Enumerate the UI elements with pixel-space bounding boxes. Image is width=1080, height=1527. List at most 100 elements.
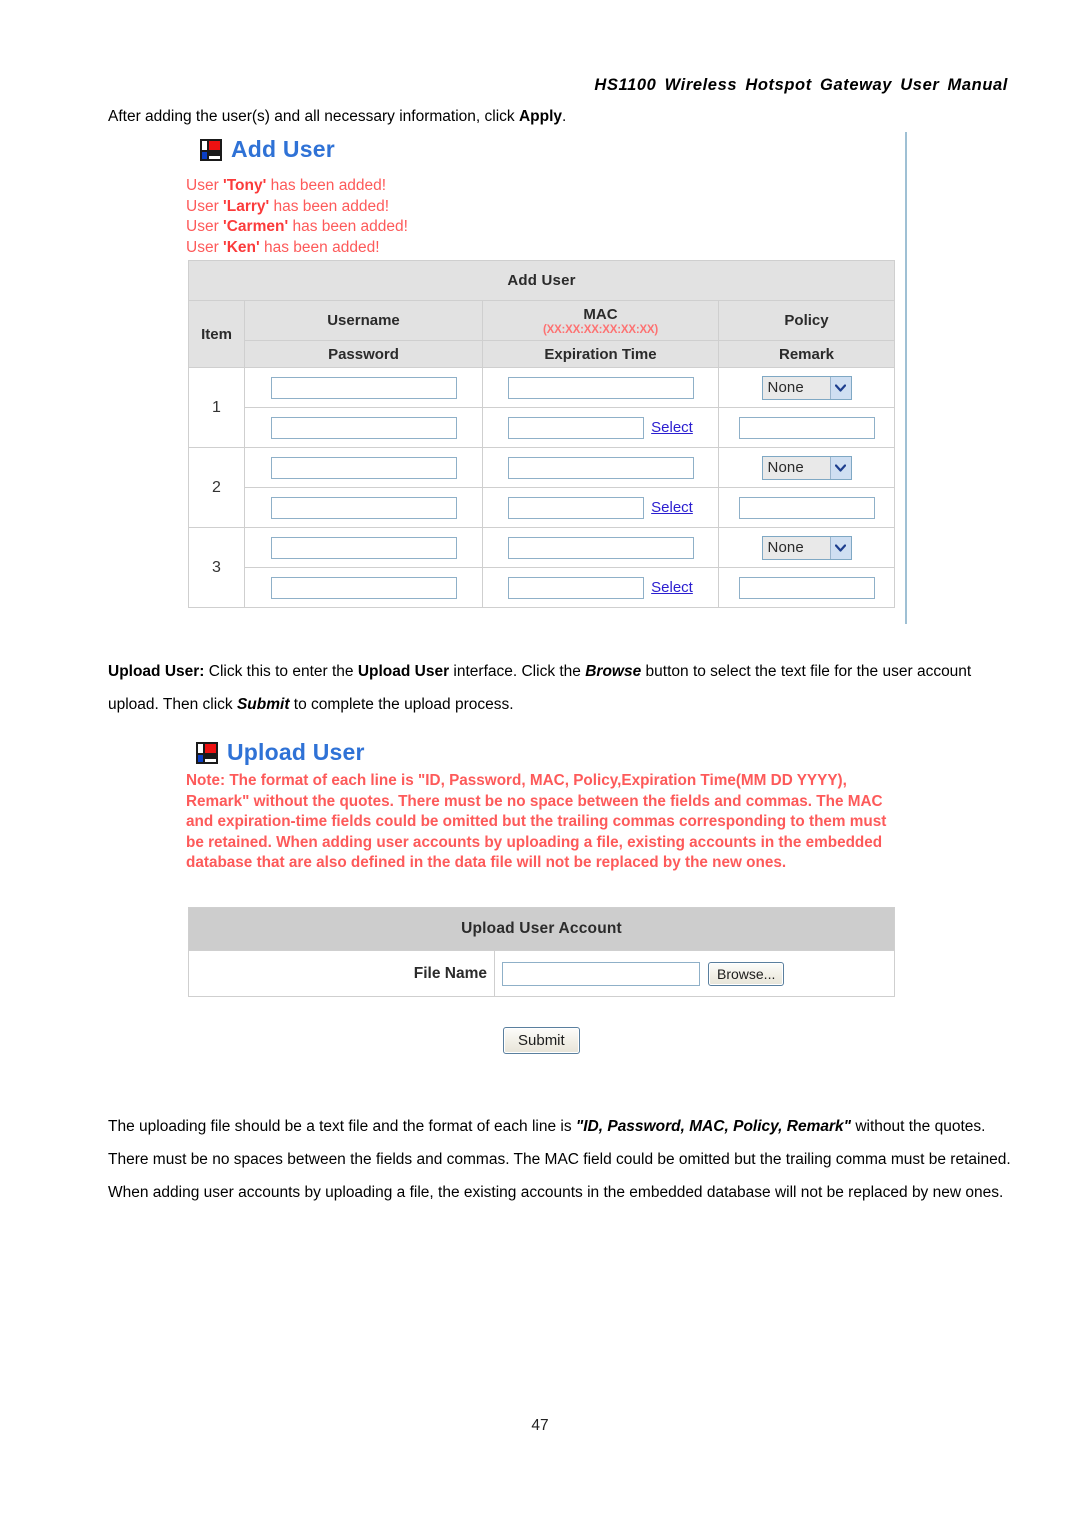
- table-header-row-bottom: Password Expiration Time Remark: [189, 340, 896, 368]
- column-header-expiration-time: Expiration Time: [482, 340, 719, 368]
- add-user-table: Add User Item Username MAC (XX:XX:XX:XX:…: [187, 260, 896, 608]
- password-input-row2[interactable]: [270, 496, 457, 519]
- password-input-row1[interactable]: [270, 416, 457, 439]
- column-header-mac-format-hint: (XX:XX:XX:XX:XX:XX): [542, 323, 659, 336]
- browse-button[interactable]: Browse...: [708, 961, 785, 986]
- mac-cell: [482, 447, 719, 488]
- submit-term: Submit: [236, 696, 290, 713]
- upload-user-interface-term: Upload User: [357, 663, 450, 680]
- policy-cell: None: [717, 527, 896, 568]
- table-header-row-top: Item Username MAC (XX:XX:XX:XX:XX:XX) Po…: [188, 300, 896, 368]
- add-user-screenshot: Add User User 'Tony' has been added! Use…: [186, 128, 908, 624]
- file-name-label: File Name: [188, 950, 495, 997]
- file-name-input-cell: Browse...: [494, 950, 895, 997]
- expiration-cell: Select: [482, 407, 719, 448]
- upload-user-title-text: Upload User: [227, 739, 365, 765]
- policy-cell: None: [717, 367, 896, 408]
- mondrian-icon: [200, 138, 222, 161]
- status-username: 'Tony': [223, 177, 267, 194]
- password-cell: [244, 487, 483, 528]
- policy-select-value: None: [767, 379, 804, 396]
- table-row: Select: [189, 487, 896, 528]
- status-message-larry: User 'Larry' has been added!: [186, 197, 408, 218]
- upload-user-description-paragraph: Upload User: Click this to enter the Upl…: [108, 655, 1014, 721]
- status-username: 'Larry': [223, 197, 270, 215]
- remark-input-row3[interactable]: [738, 576, 875, 599]
- table-row: Select: [189, 407, 896, 448]
- screenshot-right-rule: [905, 132, 907, 624]
- status-prefix: User: [186, 238, 224, 256]
- upload-panel-title: Upload User Account: [188, 907, 895, 951]
- row-item-number: 3: [188, 527, 245, 608]
- submit-button[interactable]: Submit: [503, 1027, 580, 1054]
- expiration-select-link-row3[interactable]: Select: [651, 579, 693, 596]
- policy-select-row1[interactable]: None: [761, 375, 852, 400]
- expiration-input-row3[interactable]: [508, 576, 645, 599]
- upload-user-note: Note: The format of each line is "ID, Pa…: [186, 772, 887, 871]
- status-message-ken: User 'Ken' has been added!: [186, 238, 408, 259]
- policy-select-row2[interactable]: None: [761, 455, 852, 480]
- table-row: 3 None: [188, 527, 896, 608]
- chevron-down-icon: [829, 456, 851, 479]
- status-suffix: has been added!: [269, 197, 390, 215]
- password-input-row3[interactable]: [270, 576, 457, 599]
- column-header-username: Username: [244, 300, 483, 341]
- browse-term: Browse: [585, 663, 642, 680]
- status-suffix: has been added!: [266, 177, 387, 194]
- file-name-row: File Name Browse...: [188, 950, 895, 997]
- column-header-mac: MAC (XX:XX:XX:XX:XX:XX): [482, 300, 719, 341]
- policy-select-value: None: [767, 459, 804, 476]
- apply-keyword: Apply: [518, 108, 563, 125]
- mondrian-icon: [196, 741, 218, 764]
- remark-cell: [717, 407, 896, 448]
- upload-user-term: Upload User:: [108, 663, 205, 680]
- file-name-input[interactable]: [502, 961, 700, 986]
- remark-input-row2[interactable]: [738, 496, 875, 519]
- username-input-row1[interactable]: [270, 376, 457, 399]
- mac-cell: [482, 527, 719, 568]
- username-input-row3[interactable]: [270, 536, 457, 559]
- row-item-number: 1: [188, 367, 245, 448]
- expiration-input-row1[interactable]: [508, 416, 645, 439]
- table-row: 1 None: [188, 367, 896, 448]
- status-prefix: User: [186, 197, 224, 215]
- policy-select-row3[interactable]: None: [761, 535, 852, 560]
- status-username: 'Ken': [223, 238, 260, 256]
- column-header-mac-label: MAC: [583, 305, 618, 323]
- add-user-section-title: Add User: [200, 136, 335, 163]
- remark-input-row1[interactable]: [738, 416, 875, 439]
- mac-cell: [482, 367, 719, 408]
- column-header-item: Item: [188, 300, 245, 368]
- column-header-policy: Policy: [717, 300, 896, 341]
- add-user-title-text: Add User: [231, 136, 335, 162]
- upload-desc-text-4: to complete the upload process.: [289, 696, 514, 713]
- expiration-cell: Select: [482, 487, 719, 528]
- status-suffix: has been added!: [259, 238, 380, 256]
- column-header-password: Password: [244, 340, 483, 368]
- page-number: 47: [531, 1417, 549, 1434]
- password-cell: [244, 407, 483, 448]
- status-message-tony: User 'Tony' has been added!: [186, 176, 408, 197]
- add-user-table-caption: Add User: [187, 260, 896, 301]
- username-input-row2[interactable]: [270, 456, 457, 479]
- mac-input-row3[interactable]: [507, 536, 694, 559]
- add-user-status-messages: User 'Tony' has been added! User 'Larry'…: [186, 176, 408, 258]
- chevron-down-icon: [829, 536, 851, 559]
- column-header-remark: Remark: [717, 340, 896, 368]
- username-cell: [244, 527, 483, 568]
- username-cell: [244, 367, 483, 408]
- chevron-down-icon: [829, 376, 851, 399]
- expiration-input-row2[interactable]: [508, 496, 645, 519]
- format-text-1: The uploading file should be a text file…: [108, 1118, 576, 1135]
- expiration-select-link-row1[interactable]: Select: [651, 419, 693, 436]
- mac-input-row2[interactable]: [507, 456, 694, 479]
- row-item-number: 2: [188, 447, 245, 528]
- expiration-select-link-row2[interactable]: Select: [651, 499, 693, 516]
- table-row: 2 None: [188, 447, 896, 528]
- password-cell: [244, 567, 483, 608]
- policy-cell: None: [717, 447, 896, 488]
- policy-select-value: None: [767, 539, 804, 556]
- table-row: Select: [189, 567, 896, 608]
- mac-input-row1[interactable]: [507, 376, 694, 399]
- upload-desc-text-1: Click this to enter the: [204, 663, 358, 680]
